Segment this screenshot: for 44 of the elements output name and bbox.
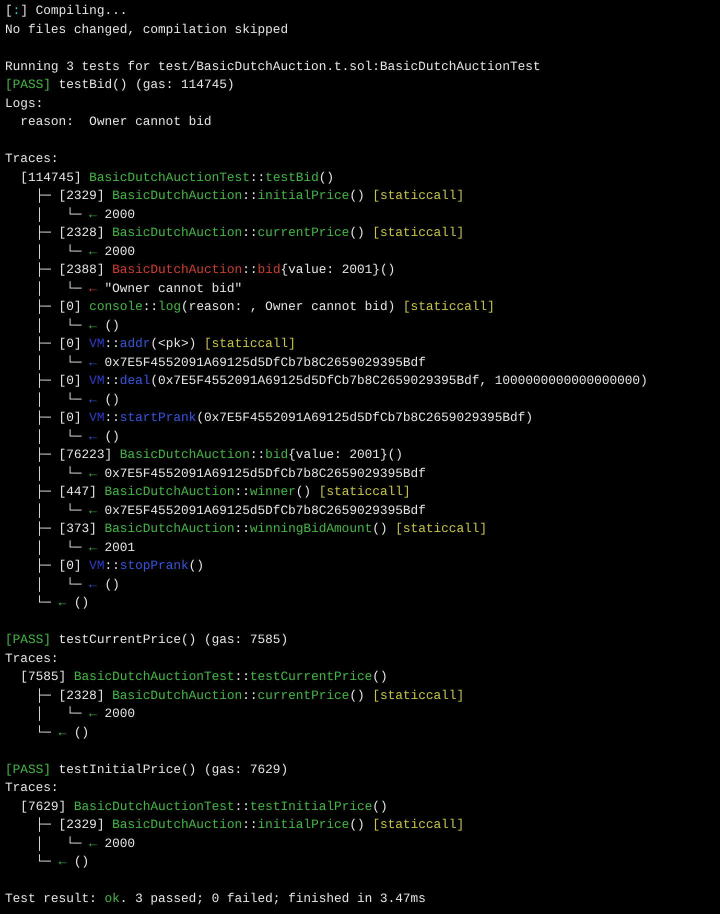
terminal-line: │ └─ ← 0x7E5F4552091A69125d5DfCb7b8C2659029395Bdf	[34, 354, 426, 372]
terminal-line: │ └─ ← ()	[34, 428, 120, 446]
terminal-line: ├─ [2329] BasicDutchAuction::initialPrice() [staticcall]	[34, 187, 464, 205]
terminal-line: Logs:	[5, 94, 44, 112]
terminal-line: ├─ [0] VM::stopPrank()	[34, 557, 204, 575]
terminal-line: │ └─ ← 2000	[34, 242, 136, 261]
terminal-line: │ └─ ← ()	[34, 316, 120, 335]
terminal-line: └─ ← ()	[34, 853, 90, 871]
terminal-line: │ └─ ← 2000	[34, 834, 136, 853]
terminal-line: ├─ [76223] BasicDutchAuction::bid{value: 2001}()	[34, 446, 403, 464]
terminal-line: Traces:	[5, 779, 59, 797]
terminal-line: └─ ← ()	[34, 594, 90, 612]
terminal-line: │ └─ ← ()	[34, 576, 120, 594]
terminal-line: │ └─ ← 2000	[34, 705, 136, 723]
terminal-line: [PASS] testCurrentPrice() (gas: 7585)	[5, 631, 288, 649]
terminal-line: │ └─ ← ()	[34, 390, 120, 409]
terminal-line: [114745] BasicDutchAuctionTest::testBid()	[19, 168, 334, 186]
terminal-line: │ └─ ← 2000	[34, 206, 136, 224]
terminal-line: [7585] BasicDutchAuctionTest::testCurrentPrice()	[19, 668, 388, 686]
terminal-line: Traces:	[5, 150, 59, 168]
terminal-line: [PASS] testInitialPrice() (gas: 7629)	[5, 760, 288, 778]
terminal-line: [:] Compiling...	[5, 2, 128, 20]
terminal-line: [PASS] testBid() (gas: 114745)	[5, 76, 235, 94]
terminal-line: Test result: ok. 3 passed; 0 failed; finished in 3.47ms	[5, 890, 426, 908]
terminal-line: Running 3 tests for test/BasicDutchAuction.t.sol:BasicDutchAuctionTest	[5, 58, 541, 76]
terminal-line: │ └─ ← 2001	[34, 538, 136, 557]
terminal-line: │ └─ ← 0x7E5F4552091A69125d5DfCb7b8C2659029395Bdf	[34, 502, 426, 520]
terminal-line: ├─ [0] console::log(reason: , Owner cannot bid) [staticcall]	[34, 298, 495, 316]
terminal-line: ├─ [0] VM::addr(<pk>) [staticcall]	[34, 335, 296, 353]
terminal-line: [7629] BasicDutchAuctionTest::testInitialPrice()	[19, 798, 388, 816]
terminal-line: ├─ [2388] BasicDutchAuction::bid{value: 2001}()	[34, 261, 396, 279]
terminal-line: ├─ [2329] BasicDutchAuction::initialPrice() [staticcall]	[34, 816, 464, 834]
terminal-line: ├─ [2328] BasicDutchAuction::currentPrice() [staticcall]	[34, 686, 464, 705]
terminal-line: │ └─ ← 0x7E5F4552091A69125d5DfCb7b8C2659029395Bdf	[34, 464, 426, 483]
terminal-line: ├─ [373] BasicDutchAuction::winningBidAmount() [staticcall]	[34, 520, 488, 538]
terminal-line: Traces:	[5, 650, 59, 668]
terminal-line: No files changed, compilation skipped	[5, 20, 288, 38]
terminal-line: ├─ [447] BasicDutchAuction::winner() [staticcall]	[34, 483, 411, 501]
terminal-line: ├─ [0] VM::startPrank(0x7E5F4552091A69125d5DfCb7b8C2659029395Bdf)	[34, 409, 533, 427]
terminal-line: reason: Owner cannot bid	[19, 113, 212, 131]
terminal-line: ├─ [2328] BasicDutchAuction::currentPrice() [staticcall]	[34, 224, 464, 242]
terminal-line: └─ ← ()	[34, 724, 90, 742]
terminal-line: │ └─ ← "Owner cannot bid"	[34, 280, 242, 298]
terminal-line: ├─ [0] VM::deal(0x7E5F4552091A69125d5DfCb7b8C2659029395Bdf, 1000000000000000000)	[34, 372, 648, 390]
